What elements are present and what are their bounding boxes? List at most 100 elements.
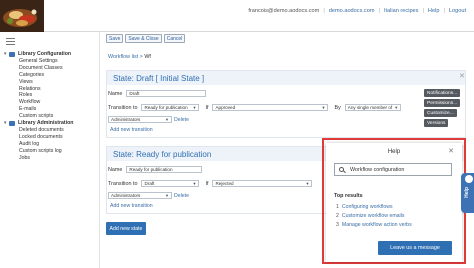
sidebar-item-jobs[interactable]: Jobs <box>3 155 73 162</box>
name-label: Name <box>108 166 123 173</box>
sidebar-item-deleted-documents[interactable]: Deleted documents <box>3 127 73 134</box>
sidebar-group-label: Library Administration <box>18 120 74 127</box>
help-result-3[interactable]: 3 Manage workflow action verbs <box>336 222 412 228</box>
transition-select[interactable]: Draft ▼ <box>141 180 200 187</box>
sidebar-group-admin[interactable]: ▼ Library Administration <box>3 120 73 127</box>
search-icon <box>339 167 344 172</box>
result-link[interactable]: Configuring workflows <box>342 204 393 210</box>
state-title: State: Draft [ Initial State ] <box>107 71 465 85</box>
breadcrumb-current: Wf <box>144 54 151 60</box>
state2-name-row: Name Ready for publication <box>108 166 203 173</box>
state-name-input[interactable]: Draft <box>126 90 207 97</box>
chevron-down-icon: ▼ <box>165 117 169 122</box>
state-name-input[interactable]: Ready for publication <box>126 166 203 173</box>
transition-value: Draft <box>144 181 155 186</box>
leave-message-button[interactable]: Leave us a message <box>378 241 452 255</box>
sidebar-item-locked-documents[interactable]: Locked documents <box>3 134 73 141</box>
nav-link-domain[interactable]: demo.aodocs.com <box>329 8 375 14</box>
menu-icon[interactable] <box>6 38 15 45</box>
add-state-button[interactable]: Add new state <box>106 222 146 235</box>
close-icon[interactable]: ✕ <box>448 147 454 155</box>
breadcrumb-workflow-list[interactable]: Workflow list <box>108 54 138 60</box>
state1-role-row: Administrators ▼ Delete <box>108 116 189 123</box>
sidebar-item-views[interactable]: Views <box>3 79 73 86</box>
nav-link-logout[interactable]: Logout <box>449 8 466 14</box>
help-circle-icon <box>465 175 473 183</box>
delete-transition-link[interactable]: Delete <box>174 117 189 123</box>
sidebar-item-document-classes[interactable]: Document Classes <box>3 65 73 72</box>
folder-icon <box>9 121 15 126</box>
nav-link-help[interactable]: Help <box>428 8 440 14</box>
user-email[interactable]: francois@demo.aodocs.com <box>248 8 319 14</box>
by-select[interactable]: Any single member of ▼ <box>344 104 401 111</box>
folder-icon <box>9 52 15 57</box>
name-label: Name <box>108 90 123 97</box>
result-number: 3 <box>336 222 339 228</box>
condition-value: Rejected <box>215 181 234 186</box>
cancel-button[interactable]: Cancel <box>163 34 186 43</box>
nav-link-library[interactable]: Italian recipes <box>384 8 419 14</box>
if-label: If <box>205 104 209 111</box>
versions-button[interactable]: Versions <box>424 119 449 127</box>
state1-name-row: Name Draft <box>108 90 207 97</box>
top-bar: francois@demo.aodocs.com | demo.aodocs.com… <box>0 0 474 32</box>
sidebar-item-emails[interactable]: E-mails <box>3 106 73 113</box>
breadcrumb-separator: > <box>139 54 143 60</box>
chevron-down-icon: ▼ <box>321 105 326 110</box>
chevron-down-icon: ▼ <box>192 181 197 186</box>
sidebar-item-categories[interactable]: Categories <box>3 72 73 79</box>
save-button[interactable]: Save <box>106 34 124 43</box>
condition-value: Approved <box>215 105 236 110</box>
sidebar-item-roles[interactable]: Roles <box>3 92 73 99</box>
customize-button[interactable]: Customize... <box>424 109 457 117</box>
toolbar: Save Save & Close Cancel <box>106 34 186 43</box>
role-value: Administrators <box>111 117 141 122</box>
state2-role-row: Administrators ▼ Delete <box>108 192 189 199</box>
sidebar-item-custom-scripts-log[interactable]: Custom scripts log <box>3 148 73 155</box>
sidebar-group-config[interactable]: ▼ Library Configuration <box>3 51 73 58</box>
save-close-button[interactable]: Save & Close <box>125 34 162 43</box>
result-number: 1 <box>336 204 339 210</box>
if-label: If <box>205 180 209 187</box>
sidebar-tree: ▼ Library Configuration General Settings… <box>3 51 73 161</box>
result-link[interactable]: Customize workflow emails <box>342 213 405 219</box>
breadcrumb: Workflow list > Wf <box>108 54 151 60</box>
sidebar: ▼ Library Configuration General Settings… <box>0 32 100 268</box>
result-number: 2 <box>336 213 339 219</box>
permissions-button[interactable]: Permissions... <box>424 99 461 107</box>
transition-label: Transition to <box>108 180 138 187</box>
delete-transition-link[interactable]: Delete <box>174 193 189 199</box>
add-transition-link[interactable]: Add new transition <box>110 203 153 209</box>
result-link[interactable]: Manage workflow action verbs <box>342 222 412 228</box>
role-select[interactable]: Administrators ▼ <box>108 192 172 199</box>
chevron-down-icon: ▼ <box>394 105 399 110</box>
transition-select[interactable]: Ready for publication ▼ <box>141 104 200 111</box>
help-tab[interactable]: Help <box>461 173 474 213</box>
sidebar-item-custom-scripts[interactable]: Custom scripts <box>3 113 73 120</box>
condition-select[interactable]: Rejected ▼ <box>212 180 313 187</box>
by-label: By <box>334 104 341 111</box>
help-result-2[interactable]: 2 Customize workflow emails <box>336 213 404 219</box>
sidebar-item-audit-log[interactable]: Audit log <box>3 141 73 148</box>
notifications-button[interactable]: Notifications... <box>424 89 461 97</box>
role-value: Administrators <box>111 193 141 198</box>
add-transition-link[interactable]: Add new transition <box>110 127 153 133</box>
top-results-heading: Top results <box>334 193 363 199</box>
sidebar-group-label: Library Configuration <box>18 51 72 58</box>
role-select[interactable]: Administrators ▼ <box>108 116 172 123</box>
help-title: Help <box>387 149 401 155</box>
transition-value: Ready for publication <box>144 105 188 110</box>
state1-add-row: Add new transition <box>110 127 153 133</box>
close-icon[interactable]: ✕ <box>459 72 465 80</box>
app-logo[interactable] <box>0 0 44 32</box>
state1-transition-row: Transition to Ready for publication ▼ If … <box>108 104 401 111</box>
chevron-down-icon: ▼ <box>305 181 310 186</box>
condition-select[interactable]: Approved ▼ <box>212 104 329 111</box>
help-search-input[interactable]: Workflow configuration <box>334 163 452 176</box>
help-result-1[interactable]: 1 Configuring workflows <box>336 204 393 210</box>
sidebar-item-relations[interactable]: Relations <box>3 86 73 93</box>
state2-add-row: Add new transition <box>110 203 153 209</box>
sidebar-item-workflow[interactable]: Workflow <box>3 99 73 106</box>
help-tab-label: Help <box>464 187 470 198</box>
sidebar-item-general-settings[interactable]: General Settings <box>3 58 73 65</box>
